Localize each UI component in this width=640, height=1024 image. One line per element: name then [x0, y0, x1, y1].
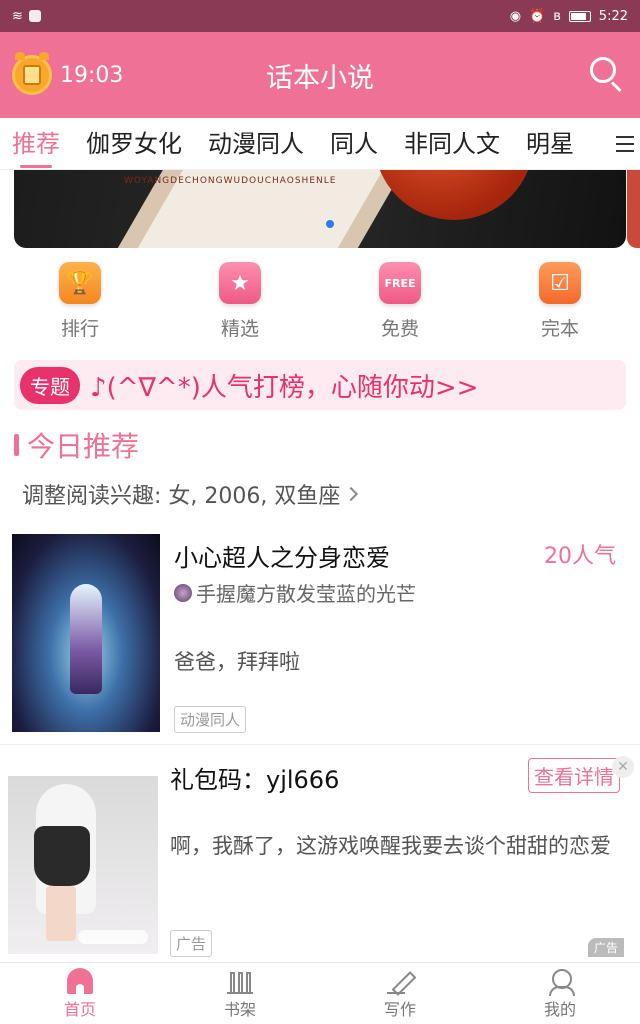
topic-text: ♪(^∇^*)人气打榜，心随你动>>	[90, 372, 479, 403]
section-title-text: 今日推荐	[27, 430, 140, 463]
tab-menu-icon[interactable]	[610, 118, 640, 169]
book-description: 爸爸，拜拜啦	[174, 650, 300, 674]
ad-image	[8, 756, 158, 954]
nav-write[interactable]: 写作	[320, 963, 480, 1024]
nav-label: 书架	[223, 999, 256, 1019]
quick-nav-label: 精选	[220, 318, 259, 340]
topic-tag: 专题	[20, 366, 80, 404]
nav-home[interactable]: 首页	[0, 963, 160, 1024]
app-notification-icon	[28, 10, 41, 22]
quick-nav: 🏆 排行 ★ 精选 FREE 免费 ☑ 完本	[0, 262, 640, 354]
header-time: 19:03	[60, 62, 124, 88]
bottom-nav: 首页 书架 写作 我的	[0, 962, 640, 1024]
adjust-interest-link[interactable]: 调整阅读兴趣: 女, 2006, 双鱼座	[22, 478, 359, 510]
banner-text: WOYANGDECHONGWUDOUCHAOSHENLE	[124, 176, 337, 186]
user-icon	[547, 968, 575, 996]
banner-indicator	[326, 220, 334, 228]
ad-tag: 广告	[170, 930, 213, 957]
banner-next-peek[interactable]	[627, 170, 640, 248]
quick-nav-label: 完本	[540, 318, 579, 340]
author-name: 手握魔方散发莹蓝的光芒	[196, 582, 416, 606]
ad-title: 礼包码：yjl666	[170, 766, 340, 794]
quick-nav-label: 排行	[60, 318, 99, 340]
tab-garo[interactable]: 伽罗女化	[86, 118, 182, 169]
book-cover	[12, 534, 160, 732]
nav-bookshelf[interactable]: 书架	[160, 963, 320, 1024]
bluetooth-icon: ʙ	[553, 8, 561, 24]
wifi-icon: ≋	[12, 8, 23, 24]
check-icon: ☑	[539, 262, 581, 304]
app-header: 19:03 话本小说	[0, 32, 640, 118]
ad-mark: 广告	[588, 938, 625, 957]
banner[interactable]: WOYANGDECHONGWUDOUCHAOSHENLE	[14, 170, 626, 248]
section-title: 今日推荐	[14, 424, 139, 466]
tab-celebrity[interactable]: 明星	[526, 118, 574, 169]
book-title: 小心超人之分身恋爱	[174, 544, 390, 572]
alarm-icon: ⏰	[529, 8, 546, 24]
tab-original[interactable]: 非同人文	[404, 118, 500, 169]
status-time: 5:22	[598, 8, 628, 24]
category-tabs: 推荐 伽罗女化 动漫同人 同人 非同人文 明星	[0, 118, 640, 170]
divider	[0, 744, 640, 745]
close-icon[interactable]: ✕	[612, 756, 634, 778]
chevron-right-icon	[344, 486, 359, 502]
book-popularity: 20人气	[544, 544, 616, 569]
quick-nav-label: 免费	[380, 318, 419, 340]
quick-nav-free[interactable]: FREE 免费	[320, 262, 480, 354]
nav-me[interactable]: 我的	[480, 963, 640, 1024]
avatar	[174, 583, 192, 602]
trophy-icon: 🏆	[59, 262, 101, 304]
book-card[interactable]: 小心超人之分身恋爱 20人气 手握魔方散发莹蓝的光芒 爸爸，拜拜啦 动漫同人	[0, 530, 640, 742]
nav-label: 我的	[543, 999, 576, 1019]
topic-banner[interactable]: 专题 ♪(^∇^*)人气打榜，心随你动>>	[14, 360, 626, 410]
tab-anime-fanfic[interactable]: 动漫同人	[208, 118, 304, 169]
pencil-icon	[387, 968, 413, 994]
quick-nav-finished[interactable]: ☑ 完本	[480, 262, 640, 354]
book-author: 手握魔方散发莹蓝的光芒	[174, 578, 416, 607]
tab-fanfic[interactable]: 同人	[330, 118, 378, 169]
interest-text: 调整阅读兴趣: 女, 2006, 双鱼座	[22, 484, 341, 509]
search-button[interactable]	[584, 53, 628, 97]
status-bar: ≋ ◉ ⏰ ʙ 5:22	[0, 0, 640, 32]
star-icon: ★	[219, 262, 261, 304]
ad-card[interactable]: 礼包码：yjl666 查看详情 ✕ 啊，我酥了，这游戏唤醒我要去谈个甜甜的恋爱 …	[0, 752, 640, 958]
tab-recommend[interactable]: 推荐	[12, 118, 60, 169]
ad-description: 啊，我酥了，这游戏唤醒我要去谈个甜甜的恋爱	[170, 834, 611, 858]
quick-nav-rank[interactable]: 🏆 排行	[0, 262, 160, 354]
free-icon: FREE	[379, 262, 421, 304]
quick-nav-pick[interactable]: ★ 精选	[160, 262, 320, 354]
home-icon	[67, 967, 93, 994]
battery-icon	[568, 10, 591, 22]
bookshelf-icon	[227, 968, 253, 994]
book-tag[interactable]: 动漫同人	[174, 706, 247, 733]
alarm-coin-icon[interactable]	[12, 52, 52, 95]
view-details-button[interactable]: 查看详情	[528, 758, 620, 793]
nav-label: 写作	[383, 999, 416, 1019]
nav-label: 首页	[63, 999, 96, 1019]
eye-icon: ◉	[509, 8, 522, 24]
